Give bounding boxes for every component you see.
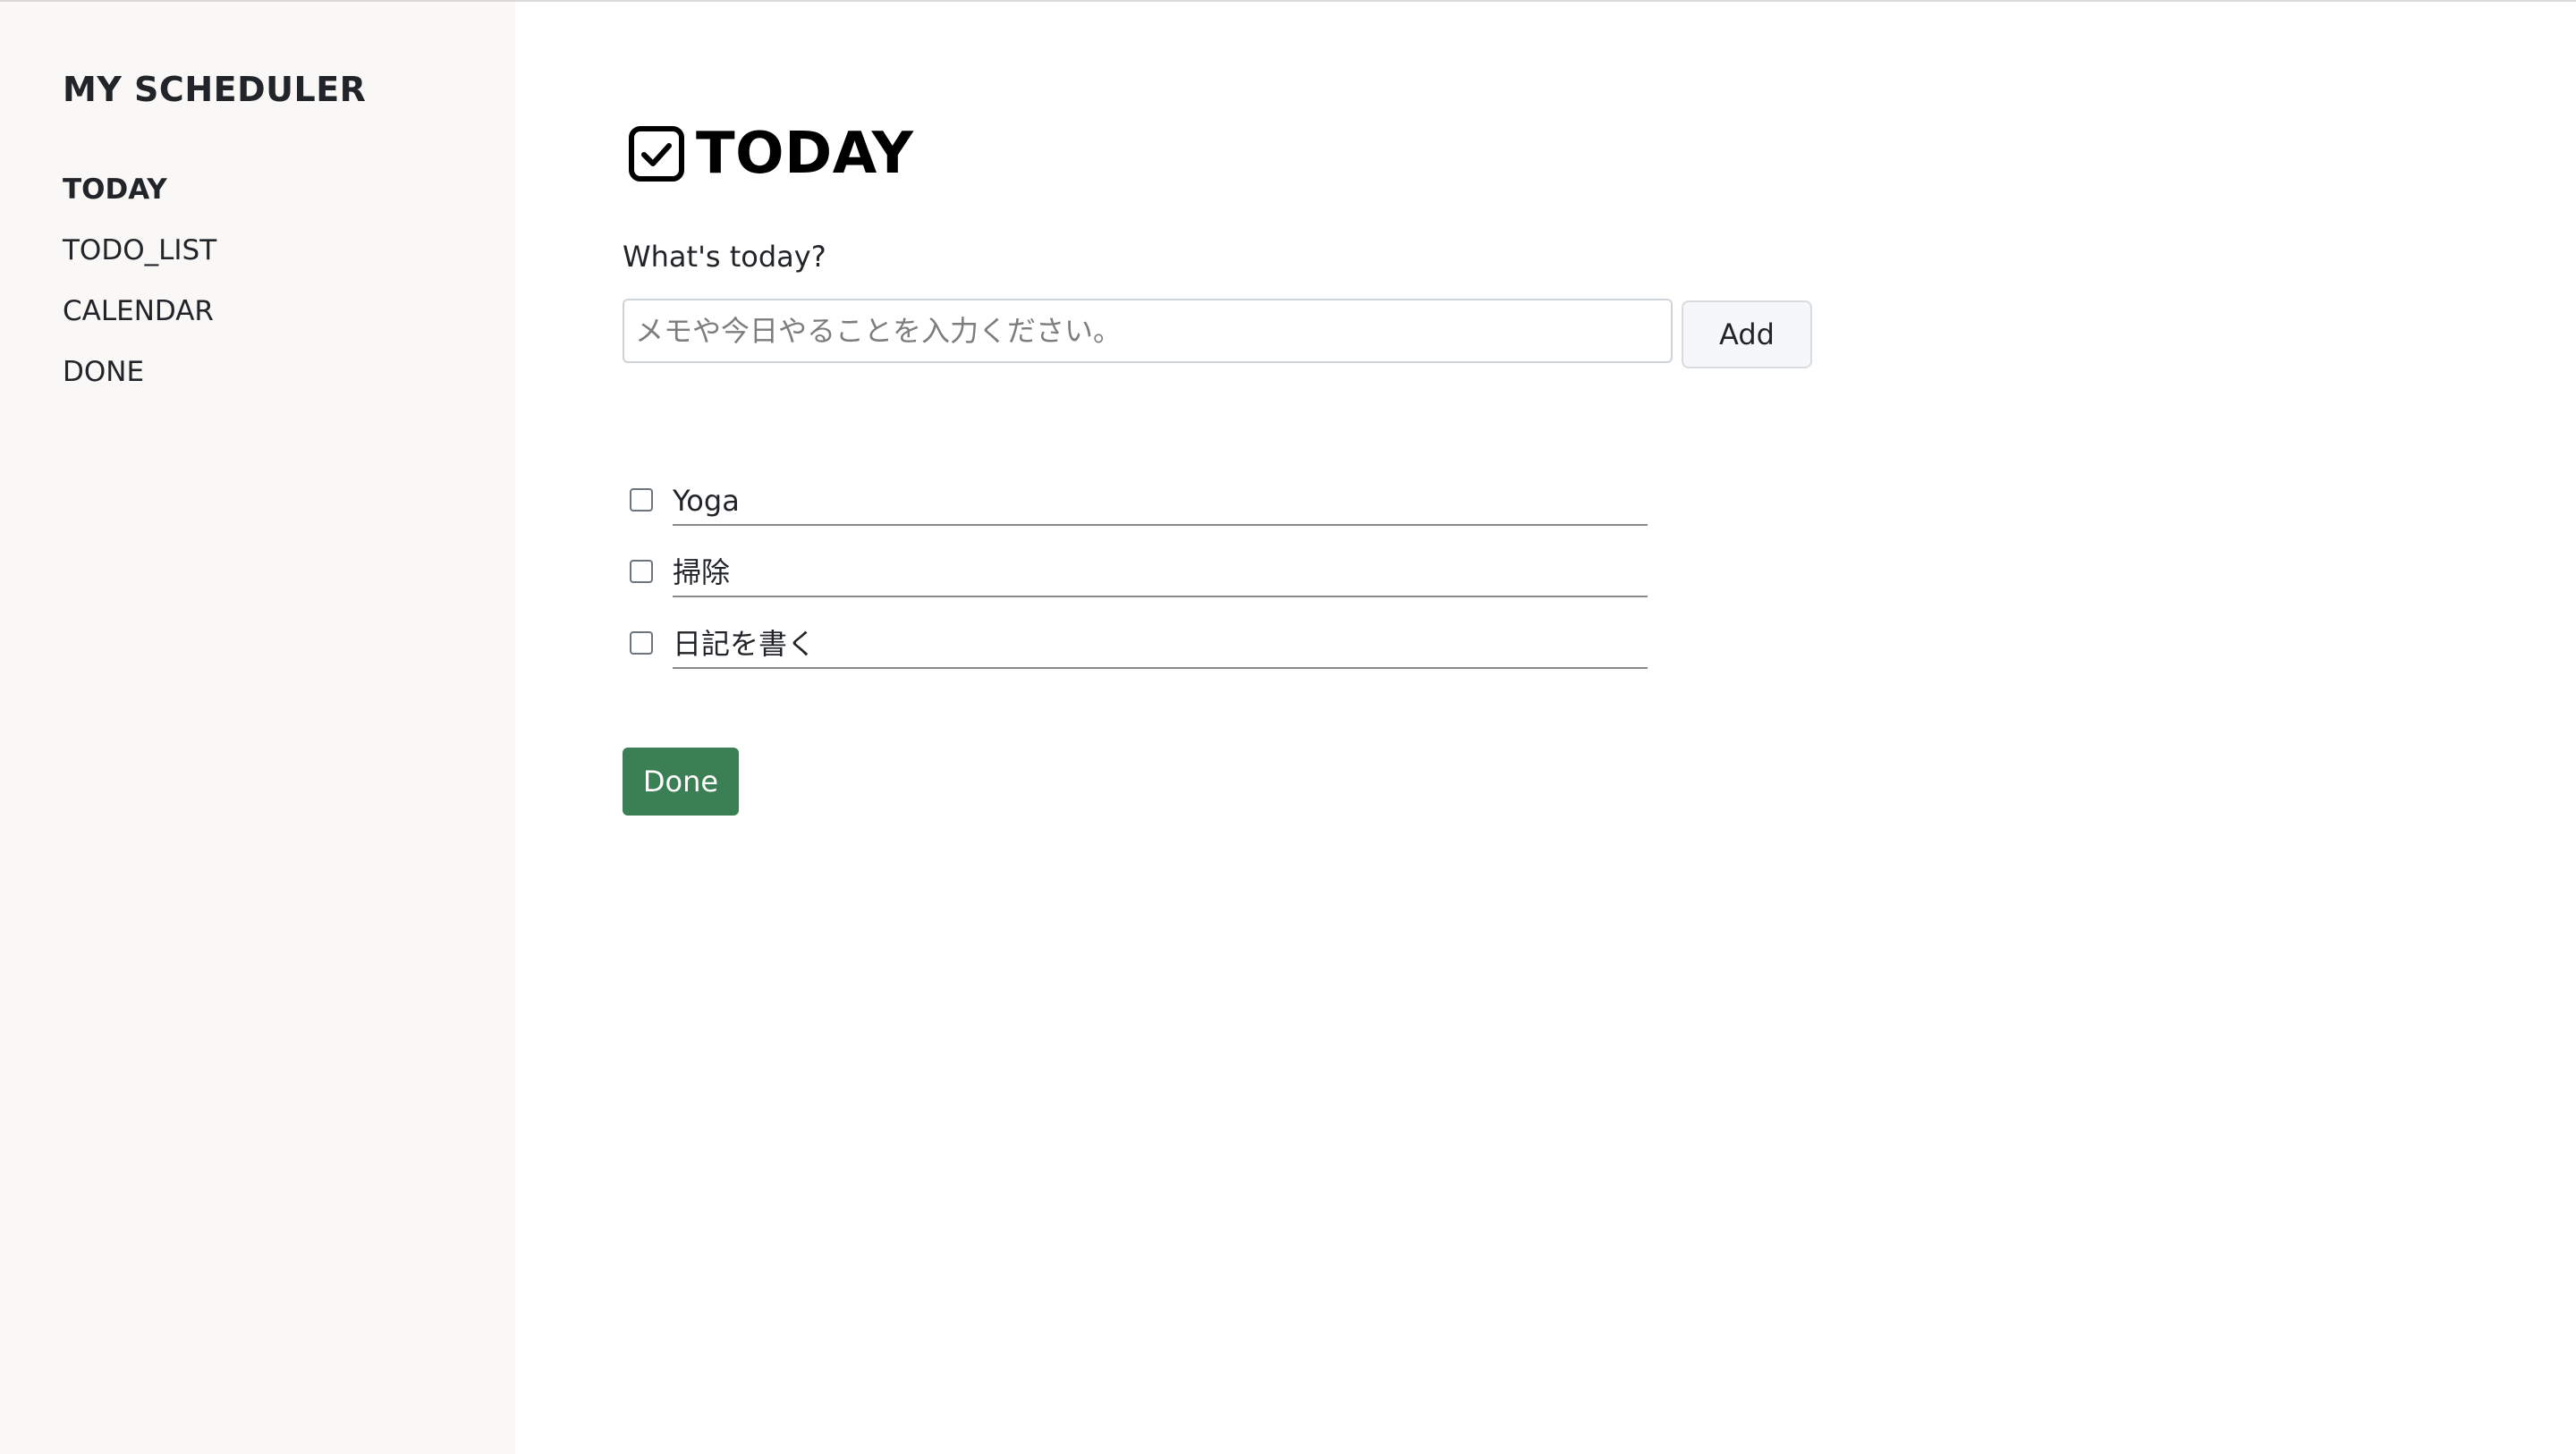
todo-checkbox[interactable] [630, 631, 653, 655]
sidebar-item-today[interactable]: TODAY [63, 166, 216, 227]
memo-prompt-label: What's today? [623, 240, 826, 274]
page-title: TODAY [696, 121, 914, 187]
todo-checkbox[interactable] [630, 488, 653, 511]
app-brand: MY SCHEDULER [63, 70, 367, 109]
todo-text[interactable]: Yoga [673, 478, 1648, 526]
sidebar-nav: TODAY TODO_LIST CALENDAR DONE [63, 166, 216, 410]
sidebar: MY SCHEDULER TODAY TODO_LIST CALENDAR DO… [0, 2, 515, 1454]
todo-list: Yoga 掃除 日記を書く [623, 474, 1648, 689]
todo-item: 掃除 [623, 545, 1648, 617]
todo-item: Yoga [623, 474, 1648, 545]
memo-input[interactable] [623, 299, 1673, 363]
sidebar-item-calendar[interactable]: CALENDAR [63, 288, 216, 349]
todo-item: 日記を書く [623, 617, 1648, 689]
todo-text[interactable]: 日記を書く [673, 621, 1648, 669]
sidebar-item-todo-list[interactable]: TODO_LIST [63, 227, 216, 288]
checkbox-checked-icon [629, 126, 684, 182]
add-button[interactable]: Add [1682, 300, 1812, 368]
todo-checkbox[interactable] [630, 560, 653, 583]
app-root: MY SCHEDULER TODAY TODO_LIST CALENDAR DO… [0, 0, 2576, 1454]
sidebar-item-done[interactable]: DONE [63, 349, 216, 410]
todo-text[interactable]: 掃除 [673, 549, 1648, 597]
main-content: TODAY What's today? Add Yoga 掃除 日記を書く Do… [623, 2, 2501, 1454]
page-header: TODAY [623, 120, 913, 188]
done-button[interactable]: Done [623, 748, 739, 816]
